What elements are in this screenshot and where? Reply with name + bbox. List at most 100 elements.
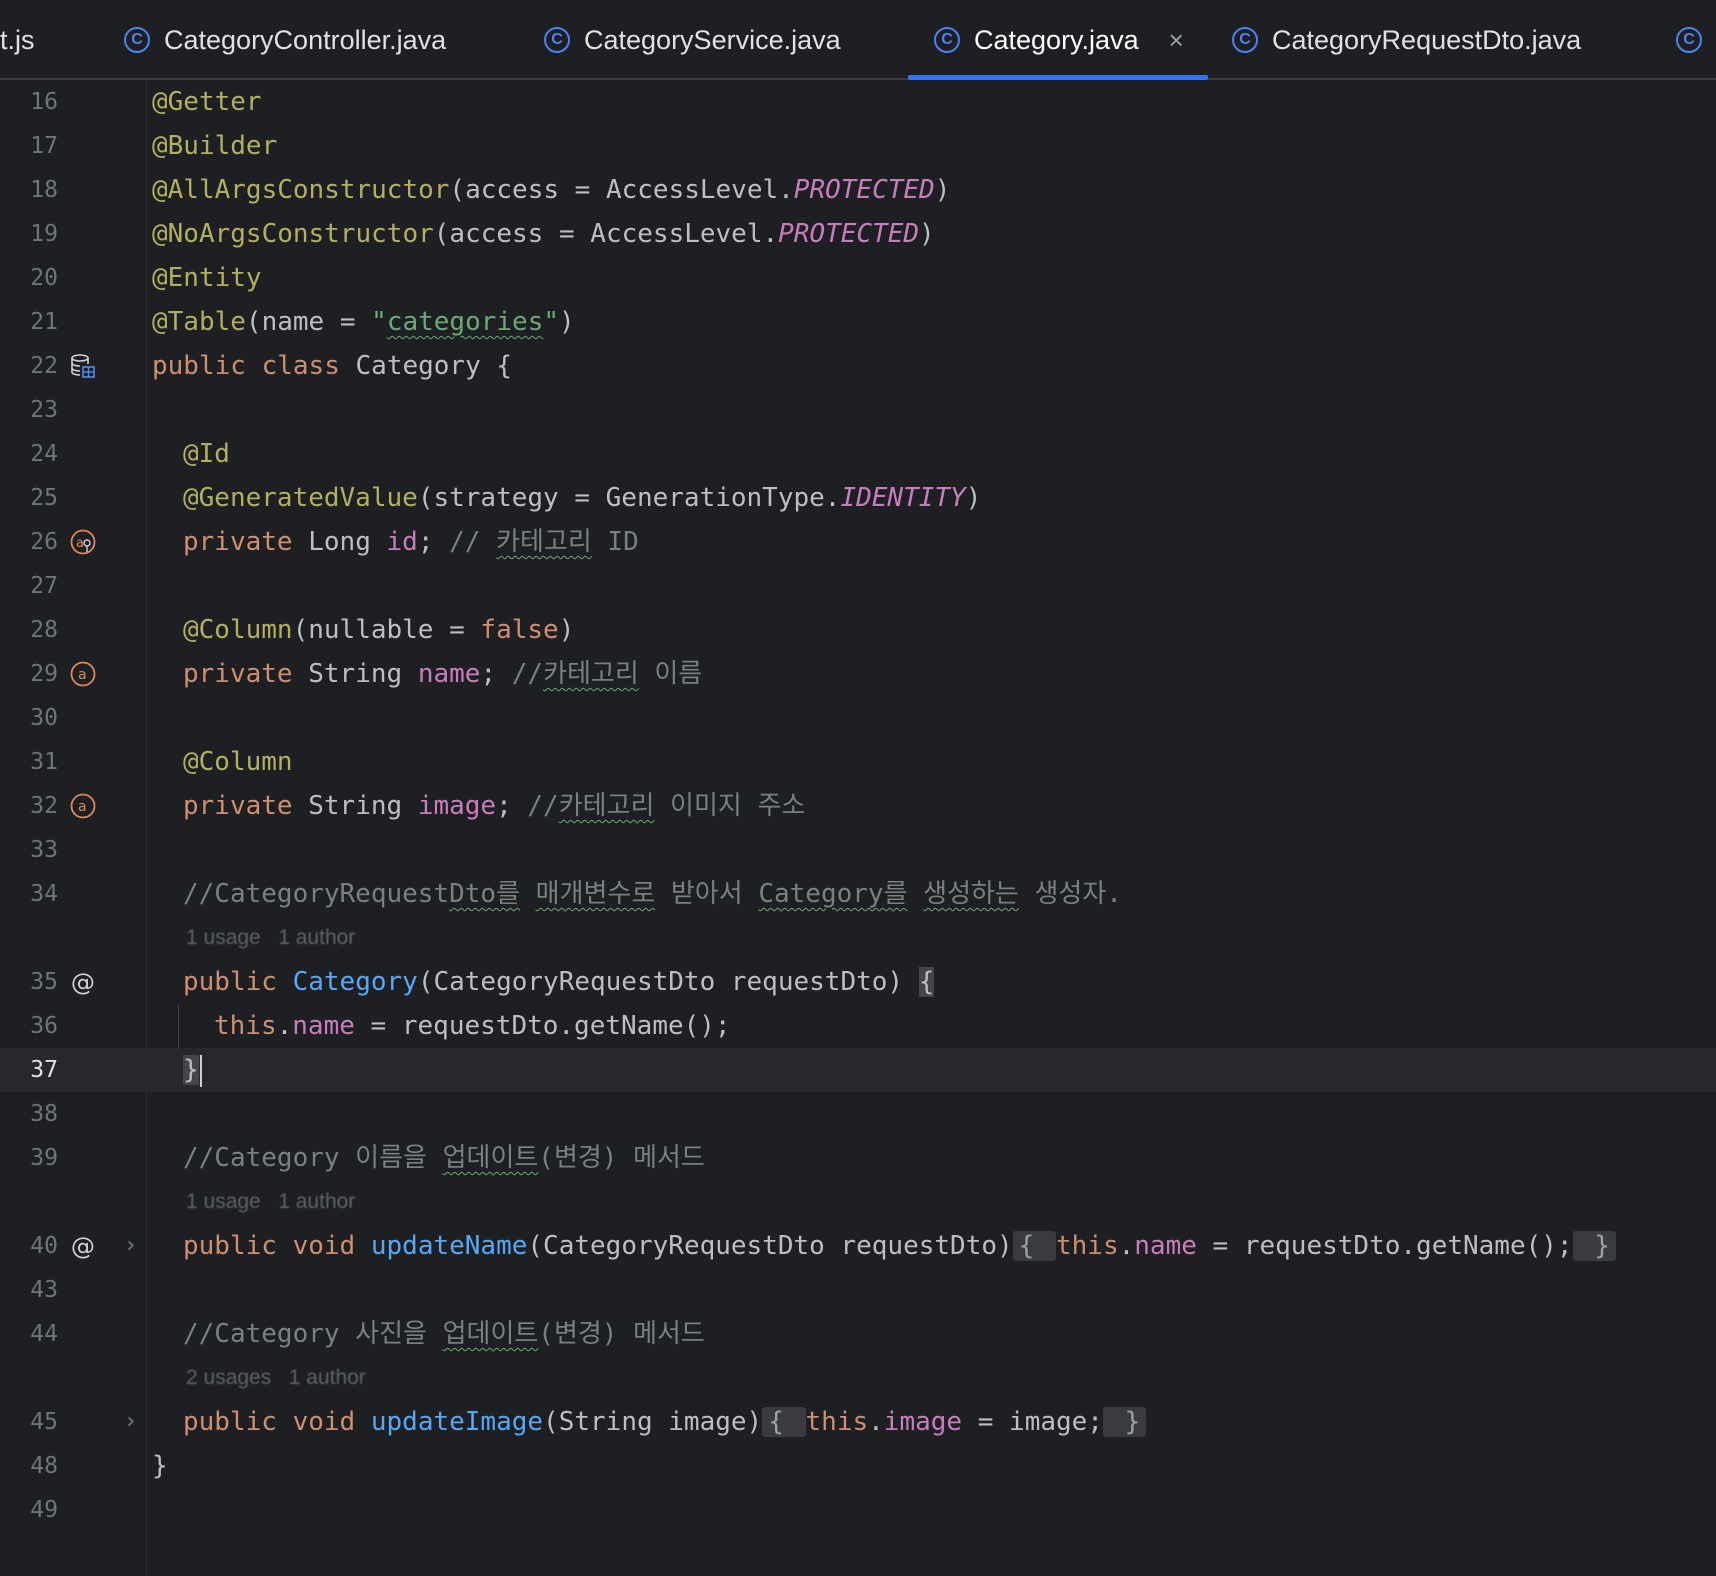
line-number: 40 [30,1233,58,1259]
tab-js-file[interactable]: t.js [0,0,35,80]
class-icon: C [1676,27,1702,53]
implemented-at-icon[interactable]: @ [70,968,96,996]
code-text: (strategy = GenerationType. [417,483,841,513]
fold-chevron-icon[interactable]: › [124,1224,137,1268]
string-literal: " [543,307,560,337]
code-line: 48 } [0,1444,1716,1488]
comment: 생성자. [1018,879,1122,909]
keyword: public [183,967,277,997]
line-number: 17 [30,133,58,159]
comment [520,879,536,909]
text-caret [199,1054,202,1087]
code-text: (name = [245,307,372,337]
folded-region-start[interactable]: { [1012,1231,1056,1261]
tab-label: t.js [0,24,35,55]
keyword: public [152,351,246,381]
current-code-line: 37 } [0,1048,1716,1092]
code-text: (CategoryRequestDto requestDto) [527,1231,1013,1261]
constant: PROTECTED [793,175,935,205]
code-text: (access = AccessLevel. [449,175,794,205]
annotation: @Getter [152,87,262,117]
comment: 업데이트 [442,1319,539,1349]
line-number: 43 [30,1277,58,1303]
svg-text:@: @ [71,968,95,996]
code-line: 25 @GeneratedValue(strategy = Generation… [0,476,1716,520]
line-number: 22 [30,353,58,379]
code-text: String [292,791,418,821]
code-line: 45 › public void updateImage(String imag… [0,1400,1716,1444]
matching-brace: } [183,1055,199,1085]
code-line: 16 @Getter [0,80,1716,124]
comment [908,879,924,909]
folded-region-end[interactable]: } [1102,1407,1147,1437]
comment: //Category 사진을 [183,1319,443,1349]
folded-region-end[interactable]: } [1572,1231,1616,1261]
comment: // [527,791,559,821]
annotation: @AllArgsConstructor [152,175,450,205]
comment: Category를 [758,879,908,909]
line-number: 44 [30,1321,58,1347]
code-line: 44 //Category 사진을 업데이트(변경) 메서드 [0,1312,1716,1356]
code-text: ) [919,219,935,249]
tab-category-request-dto[interactable]: C CategoryRequestDto.java [1232,0,1581,80]
code-text: . [276,1011,293,1041]
comment: 이미지 주소 [654,791,806,821]
keyword: public [183,1231,277,1261]
tab-category[interactable]: C Category.java × [934,0,1184,80]
code-editor[interactable]: 16 @Getter 17 @Builder 18 @AllArgsConstr… [0,80,1716,1576]
usage-inlay-hint[interactable]: 1 usage 1 author [186,916,355,960]
matching-brace: { [918,967,935,997]
class-icon: C [124,27,150,53]
string-literal: " [371,307,387,337]
annotation: @Table [152,307,246,337]
code-line: 23 [0,388,1716,432]
keyword: public [183,1407,277,1437]
database-table-icon[interactable] [70,353,96,379]
code-text: . [868,1407,884,1437]
close-icon[interactable]: × [1169,25,1184,56]
field-icon[interactable]: a [70,661,96,687]
comment: // [511,659,544,689]
code-line: 32 a private String image; //카테고리 이미지 주소 [0,784,1716,828]
tab-label: CategoryRequestDto.java [1272,24,1582,55]
code-line: 18 @AllArgsConstructor(access = AccessLe… [0,168,1716,212]
code-line: 33 [0,828,1716,872]
usage-inlay-hint[interactable]: 1 usage 1 author [186,1180,355,1224]
svg-text:a: a [78,667,87,683]
code-line: 27 [0,564,1716,608]
line-number: 27 [30,573,58,599]
code-text: ) [558,615,575,645]
editor-tab-bar: t.js C CategoryController.java C Categor… [0,0,1716,80]
tab-category-service[interactable]: C CategoryService.java [544,0,841,80]
implemented-at-icon[interactable]: @ [70,1232,96,1260]
comment: //Category 이름을 [183,1143,443,1173]
code-line: 22 public class Category { [0,344,1716,388]
comment: 생성하는 [923,879,1019,909]
line-number: 31 [30,749,58,775]
field-icon[interactable]: a [70,793,96,819]
code-line: 35 @ public Category(CategoryRequestDto … [0,960,1716,1004]
keyword: this [214,1011,277,1041]
line-number: 34 [30,881,58,907]
id-field-icon[interactable]: a [70,529,96,555]
folded-region-start[interactable]: { [762,1407,806,1437]
keyword: void [292,1231,356,1261]
comment: 받아서 [655,879,759,909]
code-text: } [152,1451,168,1481]
tab-label: CategoryController.java [164,24,447,55]
keyword: this [1055,1231,1119,1261]
fold-chevron-icon[interactable]: › [124,1400,137,1444]
keyword: this [805,1407,869,1437]
line-number: 29 [30,661,58,687]
usage-inlay-hint[interactable]: 2 usages 1 author [186,1356,366,1400]
annotation: @Id [183,439,230,469]
code-line: 38 [0,1092,1716,1136]
field-name: name [417,659,481,689]
comment: // [449,527,497,557]
tab-category-controller[interactable]: C CategoryController.java [124,0,446,80]
tab-overflow[interactable]: C [1676,0,1716,80]
tab-label: CategoryService.java [584,24,841,55]
line-number: 33 [30,837,58,863]
code-text: ) [965,483,982,513]
code-text: . [1118,1231,1135,1261]
